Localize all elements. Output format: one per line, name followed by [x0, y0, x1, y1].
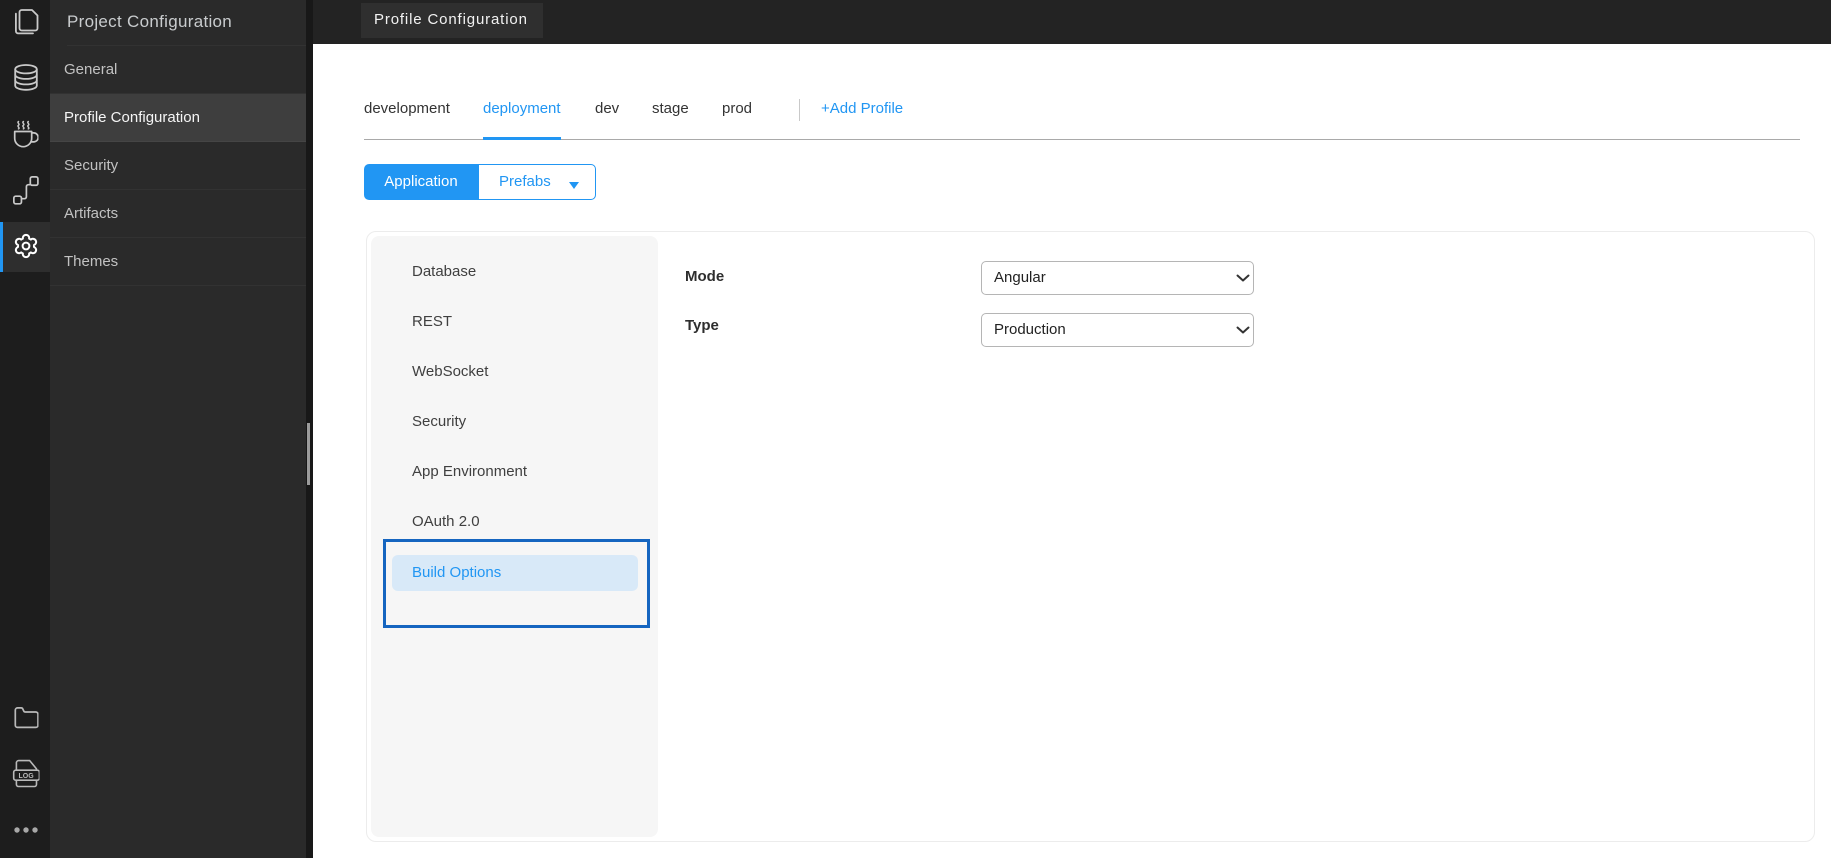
svg-text:LOG: LOG: [19, 773, 35, 780]
